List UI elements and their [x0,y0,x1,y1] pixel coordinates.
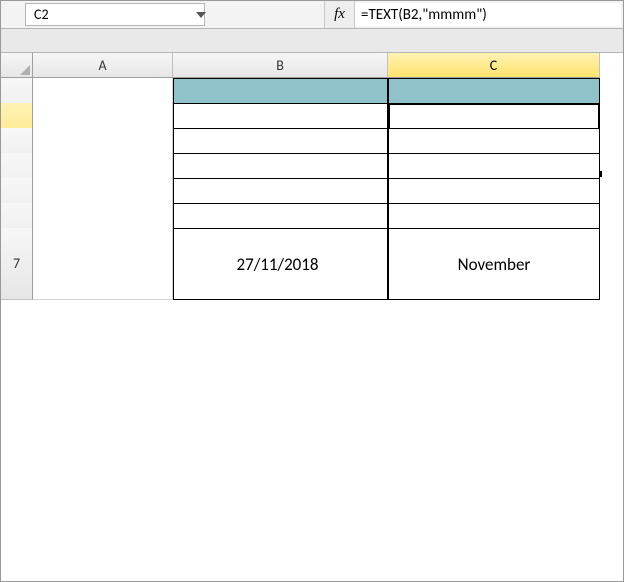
name-box-input[interactable] [32,5,196,24]
select-all-corner[interactable] [1,53,33,78]
col-header-B[interactable]: B [173,53,388,78]
row-header-7[interactable]: 7 [1,228,33,300]
spreadsheet-grid: A B C 1 Date Month Name 2 1/20/2018 Janu… [1,53,623,253]
col-header-A[interactable]: A [33,53,173,78]
formula-bar: fx [1,1,623,29]
formula-bar-spacer [205,1,325,28]
col-header-C[interactable]: C [388,53,600,78]
cell-B7[interactable]: 27/11/2018 [173,228,388,300]
fx-icon[interactable]: fx [325,1,355,28]
formula-input[interactable] [355,3,621,26]
cell-A7[interactable] [33,228,173,300]
toolbar-gap [1,29,623,53]
name-box[interactable] [25,3,205,26]
cell-C7[interactable]: November [388,228,600,300]
